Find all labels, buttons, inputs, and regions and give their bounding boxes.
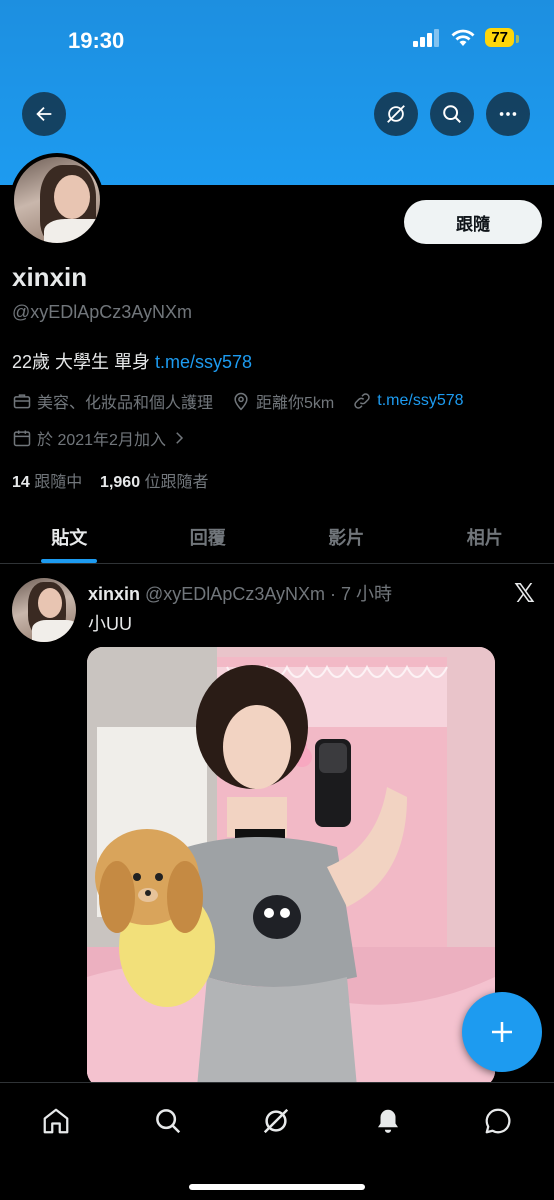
back-button[interactable] bbox=[22, 92, 66, 136]
profile-bio: 22歲 大學生 單身 t.me/ssy578 bbox=[12, 348, 252, 374]
compose-post-button[interactable] bbox=[462, 992, 542, 1072]
nav-grok[interactable] bbox=[256, 1101, 296, 1141]
category-item: 美容、化妝品和個人護理 bbox=[12, 389, 213, 413]
website-item[interactable]: t.me/ssy578 bbox=[352, 391, 464, 411]
status-bar: 19:30 77 bbox=[0, 0, 554, 88]
photo-image bbox=[87, 647, 495, 1087]
joined-label: 於 2021年2月加入 bbox=[37, 432, 166, 449]
more-icon bbox=[499, 112, 517, 116]
notifications-icon bbox=[378, 1109, 398, 1133]
following-label: 跟隨中 bbox=[34, 474, 83, 491]
more-button[interactable] bbox=[486, 92, 530, 136]
home-icon bbox=[43, 1108, 69, 1134]
tweet-meta: @xyEDlApCz3AyNXm · 7 小時 bbox=[145, 584, 393, 604]
tweet-text: 小UU bbox=[88, 614, 132, 634]
profile-meta: 美容、化妝品和個人護理 距離你5km t.me/ssy578 bbox=[12, 389, 482, 413]
tweet-author[interactable]: xinxin bbox=[88, 584, 140, 604]
tab-videos[interactable]: 影片 bbox=[277, 510, 416, 563]
tweet-header: xinxin @xyEDlApCz3AyNXm · 7 小時 bbox=[88, 580, 392, 606]
link-icon bbox=[354, 393, 370, 409]
website-link[interactable]: t.me/ssy578 bbox=[377, 392, 463, 410]
messages-icon bbox=[485, 1108, 511, 1134]
wifi-icon bbox=[451, 29, 475, 46]
status-time: 19:30 bbox=[68, 28, 125, 53]
tab-replies[interactable]: 回覆 bbox=[139, 510, 278, 563]
followers-count: 1,960 bbox=[100, 474, 141, 491]
bottom-navigation bbox=[0, 1082, 554, 1200]
location-pin-icon bbox=[234, 392, 248, 411]
status-icons: 77 bbox=[413, 28, 519, 47]
tweet-media-photo[interactable] bbox=[87, 647, 495, 1087]
tweet-avatar[interactable] bbox=[12, 578, 76, 642]
followers-link[interactable]: 1,960 位跟隨者 bbox=[100, 474, 209, 491]
bio-link[interactable]: t.me/ssy578 bbox=[155, 352, 252, 372]
nav-search[interactable] bbox=[148, 1101, 188, 1141]
nav-home[interactable] bbox=[36, 1101, 76, 1141]
calendar-icon bbox=[13, 430, 31, 447]
profile-tabs: 貼文 回覆 影片 相片 bbox=[0, 510, 554, 564]
bio-text: 22歲 大學生 單身 bbox=[12, 352, 156, 372]
location-item: 距離你5km bbox=[231, 389, 334, 413]
following-link[interactable]: 14 跟隨中 bbox=[12, 474, 82, 491]
signal-icon bbox=[413, 28, 440, 47]
search-button[interactable] bbox=[430, 92, 474, 136]
search-icon bbox=[443, 105, 461, 123]
grok-button[interactable] bbox=[374, 92, 418, 136]
tab-photos[interactable]: 相片 bbox=[416, 510, 554, 563]
following-count: 14 bbox=[12, 474, 30, 491]
followers-label: 位跟隨者 bbox=[144, 474, 209, 491]
briefcase-icon bbox=[13, 394, 31, 409]
home-indicator bbox=[189, 1184, 365, 1190]
location-label: 距離你5km bbox=[256, 395, 335, 412]
tab-posts[interactable]: 貼文 bbox=[0, 510, 139, 563]
x-logo-icon: 𝕏 bbox=[514, 578, 535, 608]
joined-row[interactable]: 於 2021年2月加入 bbox=[12, 426, 211, 450]
joined-item[interactable]: 於 2021年2月加入 bbox=[12, 426, 193, 450]
category-label: 美容、化妝品和個人護理 bbox=[37, 395, 214, 412]
chevron-right-icon bbox=[176, 432, 184, 444]
battery-indicator: 77 bbox=[485, 28, 519, 47]
display-name: xinxin bbox=[12, 262, 88, 292]
follow-button[interactable]: 跟隨 bbox=[404, 200, 542, 244]
grok-icon bbox=[263, 1108, 289, 1134]
nav-notifications[interactable] bbox=[368, 1101, 408, 1141]
profile-avatar[interactable] bbox=[10, 153, 104, 247]
follow-counts: 14 跟隨中 1,960 位跟隨者 bbox=[12, 468, 209, 492]
nav-messages[interactable] bbox=[478, 1101, 518, 1141]
arrow-left-icon bbox=[36, 106, 52, 122]
plus-icon bbox=[492, 1022, 512, 1042]
search-icon bbox=[156, 1109, 181, 1134]
user-handle: @xyEDlApCz3AyNXm bbox=[12, 302, 192, 322]
grok-icon bbox=[387, 105, 405, 123]
